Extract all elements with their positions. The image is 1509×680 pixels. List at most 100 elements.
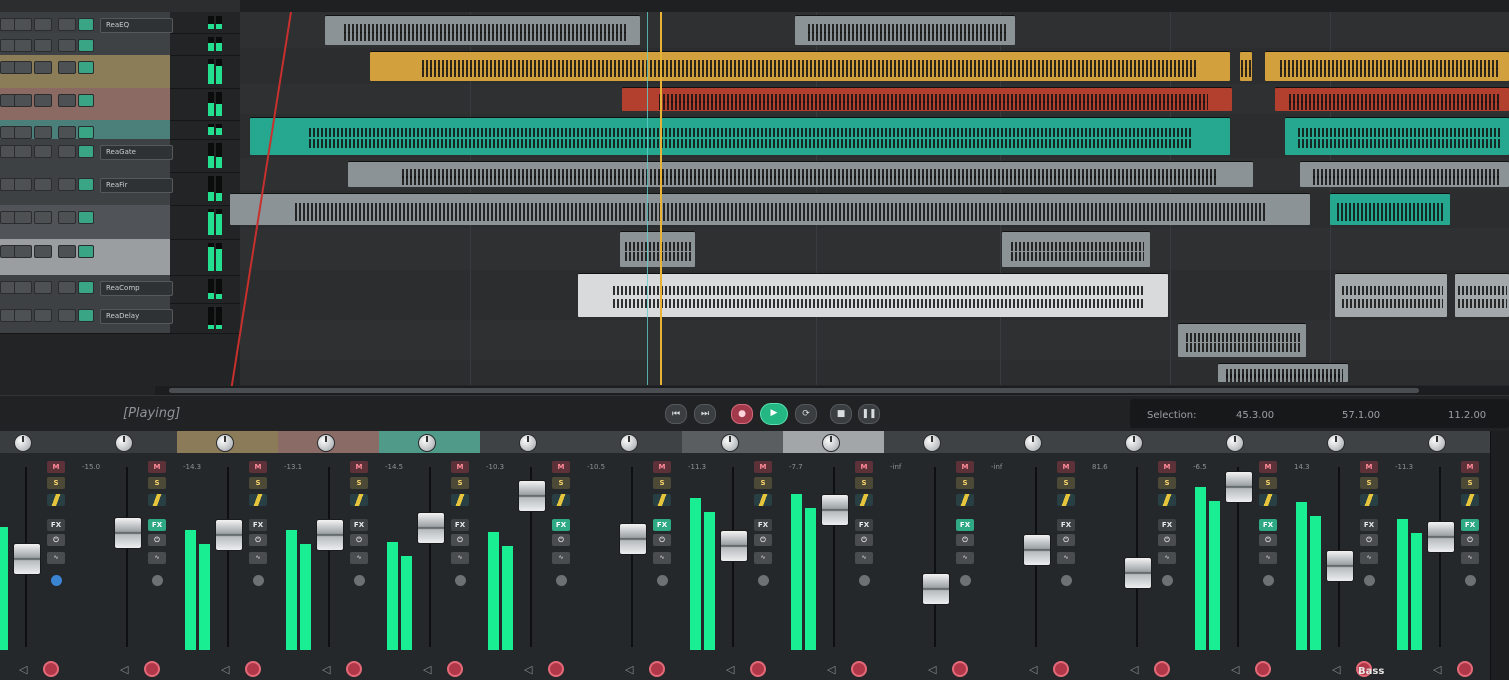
envelope-button[interactable]: ∿	[1360, 552, 1378, 564]
track-header[interactable]: ReaGate	[0, 139, 240, 173]
mixer-channel-strip[interactable]: 81.6 M S FX ⏻ ∿ ◁	[1086, 431, 1188, 680]
envelope-button[interactable]: ∿	[249, 552, 267, 564]
io-button[interactable]	[51, 575, 62, 586]
fx-button[interactable]: FX	[451, 519, 469, 531]
track-mute-button[interactable]	[14, 281, 32, 294]
record-arm-button[interactable]	[952, 661, 968, 677]
track-header[interactable]	[0, 88, 240, 121]
media-item[interactable]	[1300, 161, 1509, 187]
io-button[interactable]	[960, 575, 971, 586]
mixer-channel-strip[interactable]: -15.0 M S FX ⏻ ∿ ◁	[76, 431, 178, 680]
solo-button[interactable]: S	[956, 477, 974, 489]
mute-button[interactable]: M	[855, 461, 873, 473]
fx-bypass-button[interactable]: ⏻	[1461, 534, 1479, 546]
track-fx-button[interactable]	[78, 126, 94, 139]
track-route-button[interactable]	[58, 178, 76, 191]
media-item[interactable]	[620, 231, 695, 267]
media-item[interactable]	[622, 87, 1232, 111]
track-mute-button[interactable]	[14, 18, 32, 31]
io-button[interactable]	[1263, 575, 1274, 586]
phase-invert-button[interactable]	[653, 494, 671, 506]
envelope-button[interactable]: ∿	[1259, 552, 1277, 564]
io-button[interactable]	[1465, 575, 1476, 586]
mute-button[interactable]: M	[956, 461, 974, 473]
fx-bypass-button[interactable]: ⏻	[1360, 534, 1378, 546]
record-arm-button[interactable]	[649, 661, 665, 677]
record-arm-button[interactable]	[1053, 661, 1069, 677]
fx-bypass-button[interactable]: ⏻	[956, 534, 974, 546]
volume-fader[interactable]	[417, 512, 445, 544]
mixer-channel-strip[interactable]: -10.0MSFX⏻∿◁	[0, 431, 77, 680]
media-item[interactable]	[1455, 273, 1509, 317]
selection-display[interactable]: Selection: 45.3.00 57.1.00 11.2.00	[1130, 399, 1509, 428]
fx-button[interactable]: FX	[1259, 519, 1277, 531]
track-route-button[interactable]	[58, 245, 76, 258]
track-mute-button[interactable]	[14, 94, 32, 107]
go-to-end-button[interactable]: ⏭	[694, 404, 716, 424]
track-mute-button[interactable]	[14, 145, 32, 158]
fx-button[interactable]: FX	[47, 519, 65, 531]
record-arm-button[interactable]	[548, 661, 564, 677]
fx-bypass-button[interactable]: ⏻	[451, 534, 469, 546]
fx-button[interactable]: FX	[552, 519, 570, 531]
record-arm-button[interactable]	[1154, 661, 1170, 677]
track-mute-button[interactable]	[14, 39, 32, 52]
media-item[interactable]	[1335, 273, 1447, 317]
phase-invert-button[interactable]	[350, 494, 368, 506]
track-fx-slot[interactable]: ReaDelay	[100, 309, 173, 324]
volume-fader[interactable]	[215, 519, 243, 551]
media-item[interactable]	[370, 51, 1230, 81]
volume-fader[interactable]	[1427, 521, 1455, 553]
media-item[interactable]	[1265, 51, 1509, 81]
phase-invert-button[interactable]	[754, 494, 772, 506]
envelope-button[interactable]: ∿	[451, 552, 469, 564]
fx-button[interactable]: FX	[1057, 519, 1075, 531]
record-arm-button[interactable]	[851, 661, 867, 677]
solo-button[interactable]: S	[552, 477, 570, 489]
track-header[interactable]: ReaComp	[0, 275, 240, 304]
mixer-channel-strip[interactable]: -14.3 M S FX ⏻ ∿ ◁	[177, 431, 279, 680]
media-item[interactable]	[1240, 51, 1252, 81]
track-mute-button[interactable]	[14, 61, 32, 74]
io-button[interactable]	[253, 575, 264, 586]
track-route-button[interactable]	[58, 211, 76, 224]
mixer-channel-strip[interactable]: -11.3 M S FX ⏻ ∿ ◁	[1389, 431, 1491, 680]
track-header[interactable]: ReaDelay	[0, 303, 240, 334]
phase-invert-button[interactable]	[552, 494, 570, 506]
volume-fader[interactable]	[518, 480, 546, 512]
pan-knob[interactable]	[721, 434, 739, 452]
solo-button[interactable]: S	[653, 477, 671, 489]
mute-button[interactable]: M	[653, 461, 671, 473]
phase-invert-button[interactable]	[1158, 494, 1176, 506]
media-item[interactable]	[578, 273, 1168, 317]
track-mute-button[interactable]	[14, 211, 32, 224]
io-button[interactable]	[1364, 575, 1375, 586]
track-route-button[interactable]	[58, 126, 76, 139]
track-solo-button[interactable]	[34, 211, 52, 224]
solo-button[interactable]: S	[1158, 477, 1176, 489]
track-header[interactable]	[0, 33, 240, 56]
record-arm-button[interactable]	[144, 661, 160, 677]
fx-bypass-button[interactable]: ⏻	[350, 534, 368, 546]
solo-button[interactable]: S	[249, 477, 267, 489]
mute-button[interactable]: M	[754, 461, 772, 473]
pan-knob[interactable]	[115, 434, 133, 452]
media-item[interactable]	[348, 161, 1253, 187]
track-fx-button[interactable]	[78, 211, 94, 224]
solo-button[interactable]: S	[148, 477, 166, 489]
stop-button[interactable]: ■	[830, 404, 852, 424]
volume-fader[interactable]	[720, 530, 748, 562]
track-solo-button[interactable]	[34, 281, 52, 294]
pan-knob[interactable]	[216, 434, 234, 452]
mixer-channel-strip[interactable]: -7.7 M S FX ⏻ ∿ ◁	[783, 431, 885, 680]
track-header[interactable]	[0, 120, 240, 140]
pause-button[interactable]: ❚❚	[858, 404, 880, 424]
fx-button[interactable]: FX	[1158, 519, 1176, 531]
io-button[interactable]	[354, 575, 365, 586]
mute-button[interactable]: M	[148, 461, 166, 473]
envelope-button[interactable]: ∿	[148, 552, 166, 564]
pan-knob[interactable]	[519, 434, 537, 452]
fx-button[interactable]: FX	[148, 519, 166, 531]
track-header[interactable]: ReaFir	[0, 172, 240, 206]
track-fx-button[interactable]	[78, 61, 94, 74]
